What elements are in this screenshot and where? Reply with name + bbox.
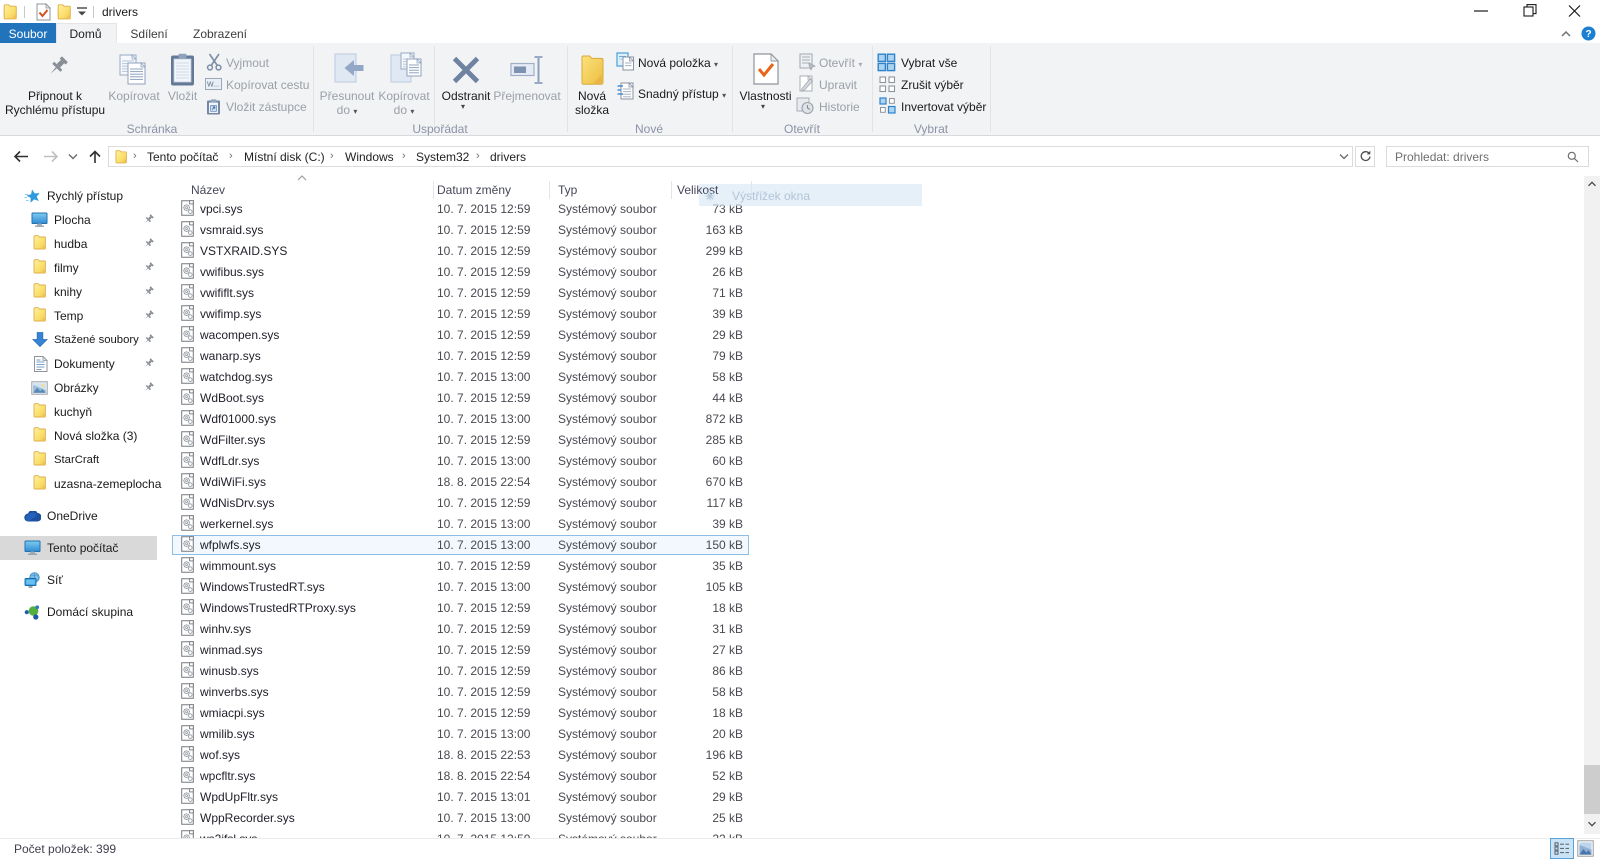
svg-text:?: ? [1585,29,1591,40]
svg-text:W...: W... [207,82,219,89]
